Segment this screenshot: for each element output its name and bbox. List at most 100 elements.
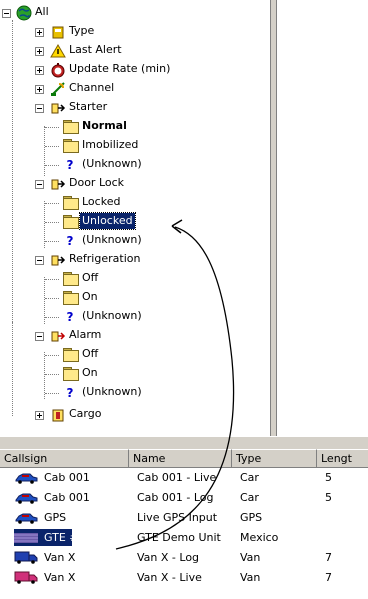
- tree-leaf-unlocked[interactable]: Unlocked: [0, 212, 270, 231]
- folder-icon: [62, 367, 79, 381]
- tree-leaf-unknown[interactable]: ? (Unknown): [0, 232, 270, 250]
- tree-leaf-on[interactable]: On: [0, 289, 270, 307]
- collapse-toggle[interactable]: [35, 180, 44, 189]
- collapse-toggle[interactable]: [35, 332, 44, 341]
- tree-leaf-off[interactable]: Off: [0, 346, 270, 364]
- expand-toggle[interactable]: [35, 66, 44, 75]
- car-icon: [14, 512, 38, 524]
- table-row[interactable]: Cab 001 Cab 001 - Log Car 5: [0, 488, 368, 508]
- stopwatch-icon: [50, 62, 66, 78]
- cell-name: GTE Demo Unit: [137, 531, 221, 544]
- tree-node-type[interactable]: Type: [0, 23, 270, 41]
- question-icon: ?: [66, 310, 74, 324]
- expand-toggle[interactable]: [35, 28, 44, 37]
- column-header-name[interactable]: Name: [129, 449, 232, 468]
- tree-pane: All Type Last Alert Update Rate (min) Ch…: [0, 0, 270, 436]
- antenna-icon: [50, 81, 66, 97]
- cargo-icon: [50, 407, 66, 423]
- folder-icon: [62, 348, 79, 362]
- tree-line: [45, 222, 59, 224]
- tree-label: (Unknown): [82, 157, 142, 170]
- tree-node-channel[interactable]: Channel: [0, 80, 270, 98]
- horizontal-splitter[interactable]: [0, 436, 368, 450]
- tree-node-refrigeration[interactable]: Refrigeration: [0, 251, 270, 269]
- cell-name: Cab 001 - Log: [137, 491, 214, 504]
- collapse-toggle[interactable]: [2, 9, 11, 18]
- tree-line: [45, 374, 59, 376]
- cell-length: 7: [325, 551, 332, 564]
- tree-node-starter[interactable]: Starter: [0, 99, 270, 117]
- tree-line: [45, 298, 59, 300]
- question-icon: ?: [66, 234, 74, 248]
- refrigeration-icon: [50, 252, 66, 268]
- cell-type: Van: [240, 571, 261, 584]
- tree-label: Off: [82, 347, 99, 360]
- alarm-icon: [50, 328, 66, 344]
- tree-line: [45, 127, 59, 129]
- expand-toggle[interactable]: [35, 411, 44, 420]
- column-header-callsign[interactable]: Callsign: [0, 449, 129, 468]
- tree-label: Cargo: [69, 407, 102, 420]
- tree-node-alarm[interactable]: Alarm: [0, 327, 270, 345]
- cell-type: Car: [240, 491, 259, 504]
- cell-callsign: Cab 001: [44, 491, 90, 504]
- tree-label: Off: [82, 271, 99, 284]
- tree-label: Type: [69, 24, 95, 37]
- folder-open-icon: [62, 120, 79, 134]
- column-header-type[interactable]: Type: [232, 449, 317, 468]
- detail-pane: [276, 0, 368, 436]
- tree-leaf-unknown[interactable]: ? (Unknown): [0, 308, 270, 326]
- table-row[interactable]: Cab 001 Cab 001 - Live Car 5: [0, 468, 368, 488]
- cell-callsign: Cab 001: [44, 471, 90, 484]
- question-icon: ?: [66, 386, 74, 400]
- table-row[interactable]: GPS Live GPS Input GPS: [0, 508, 368, 528]
- table-row-selected[interactable]: GTE #1 GTE Demo Unit Mexico: [0, 528, 368, 548]
- car-icon: [14, 492, 38, 504]
- tree-label: Imobilized: [82, 138, 139, 151]
- cell-name: Cab 001 - Live: [137, 471, 217, 484]
- tree-line: [45, 355, 59, 357]
- question-icon: ?: [66, 158, 74, 172]
- expand-toggle[interactable]: [35, 85, 44, 94]
- tree-leaf-unknown[interactable]: ? (Unknown): [0, 384, 270, 402]
- table-row[interactable]: Van X Van X - Log Van 7: [0, 548, 368, 568]
- tree-node-update-rate[interactable]: Update Rate (min): [0, 61, 270, 79]
- tree-label: Update Rate (min): [69, 62, 171, 75]
- cell-length: 5: [325, 491, 332, 504]
- tree-line: [45, 165, 59, 167]
- tree-node-cargo[interactable]: Cargo: [0, 406, 270, 424]
- tree-label: Door Lock: [69, 176, 125, 189]
- tree-label: On: [82, 290, 98, 303]
- tree-node-last-alert[interactable]: Last Alert: [0, 42, 270, 60]
- tree-leaf-on[interactable]: On: [0, 365, 270, 383]
- tree-label: (Unknown): [82, 233, 142, 246]
- tree-node-all[interactable]: All: [0, 4, 270, 22]
- category-tree: All Type Last Alert Update Rate (min) Ch…: [0, 0, 270, 436]
- tree-leaf-imobilized[interactable]: Imobilized: [0, 137, 270, 155]
- tree-node-door-lock[interactable]: Door Lock: [0, 175, 270, 193]
- cell-callsign: Van X: [44, 551, 76, 564]
- vehicle-list: Callsign Name Type Lengt Cab 001 Cab 001…: [0, 449, 368, 599]
- collapse-toggle[interactable]: [35, 104, 44, 113]
- starter-icon: [50, 100, 66, 116]
- table-row[interactable]: Van X Van X - Live Van 7: [0, 568, 368, 588]
- tree-line: [45, 279, 59, 281]
- tree-line: [45, 146, 59, 148]
- cell-callsign: GTE #1: [44, 531, 86, 544]
- tree-label: Last Alert: [69, 43, 122, 56]
- collapse-toggle[interactable]: [35, 256, 44, 265]
- tree-leaf-off[interactable]: Off: [0, 270, 270, 288]
- cell-type: Van: [240, 551, 261, 564]
- tree-leaf-locked[interactable]: Locked: [0, 194, 270, 212]
- column-header-length[interactable]: Lengt: [317, 449, 368, 468]
- cell-type: GPS: [240, 511, 263, 524]
- tree-leaf-normal[interactable]: Normal: [0, 118, 270, 136]
- van-pink-icon: [14, 571, 38, 584]
- tree-leaf-unknown[interactable]: ? (Unknown): [0, 156, 270, 174]
- tree-line: [45, 203, 59, 205]
- expand-toggle[interactable]: [35, 47, 44, 56]
- car-icon: [14, 472, 38, 484]
- cell-name: Van X - Live: [137, 571, 202, 584]
- folder-icon: [62, 272, 79, 286]
- door-lock-icon: [50, 176, 66, 192]
